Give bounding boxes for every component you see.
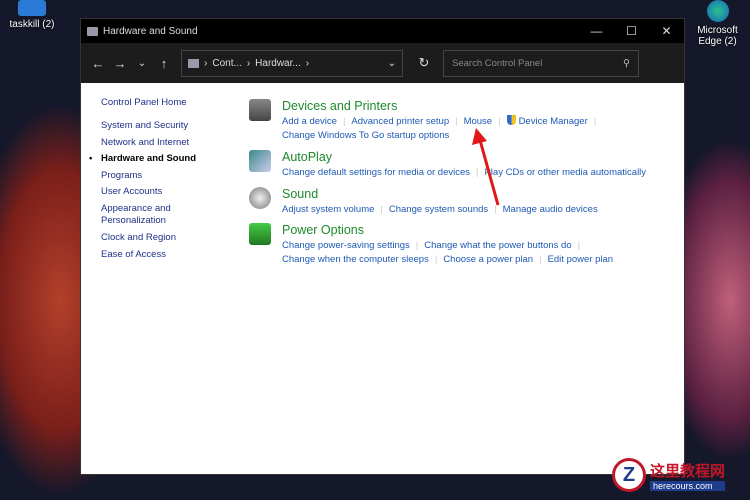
shield-icon	[506, 115, 516, 125]
watermark-logo: Z	[612, 458, 646, 492]
sidebar: Control Panel Home System and Security N…	[89, 97, 196, 265]
sidebar-item-programs[interactable]: Programs	[101, 170, 196, 181]
link-change-sounds[interactable]: Change system sounds	[389, 204, 488, 215]
category-sound: Sound Adjust system volume | Change system…	[249, 187, 598, 217]
speaker-icon	[249, 187, 271, 209]
category-title[interactable]: Sound	[282, 187, 598, 201]
link-default-media-settings[interactable]: Change default settings for media or dev…	[282, 167, 470, 178]
link-advanced-printer-setup[interactable]: Advanced printer setup	[351, 116, 449, 127]
breadcrumb-separator: ›	[305, 57, 310, 69]
category-power-options: Power Options Change power-saving settin…	[249, 223, 613, 267]
search-icon[interactable]: ⚲	[623, 58, 630, 69]
printer-icon	[249, 99, 271, 121]
sidebar-item-control-panel-home[interactable]: Control Panel Home	[101, 97, 196, 108]
address-dropdown-button[interactable]: ⌄	[388, 58, 396, 69]
desktop-icon-label: taskkill (2)	[9, 19, 55, 30]
link-mouse[interactable]: Mouse	[464, 116, 493, 127]
minimize-button[interactable]: —	[579, 24, 614, 38]
sidebar-item-clock-and-region[interactable]: Clock and Region	[101, 232, 196, 243]
search-placeholder: Search Control Panel	[452, 57, 543, 69]
control-panel-icon	[188, 58, 199, 68]
recent-locations-button[interactable]: ⌄	[131, 58, 153, 69]
sidebar-item-network-and-internet[interactable]: Network and Internet	[101, 137, 196, 148]
desktop-icon-edge[interactable]: Microsoft Edge (2)	[690, 0, 745, 47]
link-power-saving[interactable]: Change power-saving settings	[282, 240, 410, 251]
sidebar-item-appearance[interactable]: Appearance and Personalization	[101, 203, 181, 227]
link-play-cds[interactable]: Play CDs or other media automatically	[484, 167, 646, 178]
battery-icon	[249, 223, 271, 245]
breadcrumb-control-panel[interactable]: Cont...	[212, 58, 241, 69]
link-manage-audio[interactable]: Manage audio devices	[503, 204, 598, 215]
maximize-button[interactable]: ☐	[614, 24, 649, 38]
category-title[interactable]: Devices and Printers	[282, 99, 602, 113]
link-device-manager[interactable]: Device Manager	[519, 116, 588, 127]
link-add-device[interactable]: Add a device	[282, 116, 337, 127]
forward-button[interactable]: →	[109, 56, 131, 71]
search-input[interactable]: Search Control Panel ⚲	[443, 49, 639, 77]
desktop-icon-taskkill[interactable]: taskkill (2)	[8, 0, 56, 30]
sidebar-item-ease-of-access[interactable]: Ease of Access	[101, 249, 196, 260]
desktop-icon-label: Microsoft Edge (2)	[697, 25, 738, 47]
close-button[interactable]: ✕	[649, 24, 684, 38]
category-title[interactable]: AutoPlay	[282, 150, 646, 164]
navigation-toolbar: ← → ⌄ ↑ › Cont... › Hardwar... › ⌄ ↻ Sea…	[81, 43, 684, 83]
watermark: Z 这里教程网 herecours.com	[612, 458, 726, 492]
link-power-buttons[interactable]: Change what the power buttons do	[424, 240, 571, 251]
refresh-button[interactable]: ↻	[413, 55, 435, 71]
category-autoplay: AutoPlay Change default settings for med…	[249, 150, 646, 180]
link-adjust-volume[interactable]: Adjust system volume	[282, 204, 374, 215]
back-button[interactable]: ←	[87, 56, 109, 71]
sidebar-item-system-and-security[interactable]: System and Security	[101, 120, 196, 131]
edge-icon	[706, 0, 729, 22]
category-devices-and-printers: Devices and Printers Add a device | Advanc…	[249, 99, 602, 143]
address-bar[interactable]: › Cont... › Hardwar... › ⌄	[181, 49, 403, 77]
breadcrumb-hardware-and-sound[interactable]: Hardwar...	[255, 58, 301, 69]
control-panel-window: Hardware and Sound — ☐ ✕ ← → ⌄ ↑ › Cont.…	[80, 18, 685, 475]
title-bar[interactable]: Hardware and Sound — ☐ ✕	[81, 19, 684, 43]
autoplay-icon	[249, 150, 271, 172]
sidebar-item-hardware-and-sound[interactable]: Hardware and Sound	[89, 153, 196, 164]
breadcrumb-separator: ›	[246, 57, 251, 69]
up-button[interactable]: ↑	[153, 56, 175, 71]
link-edit-power-plan[interactable]: Edit power plan	[548, 254, 613, 265]
window-title: Hardware and Sound	[103, 25, 198, 37]
category-title[interactable]: Power Options	[282, 223, 613, 237]
file-icon	[18, 0, 46, 16]
link-computer-sleeps[interactable]: Change when the computer sleeps	[282, 254, 429, 265]
breadcrumb-separator: ›	[204, 57, 208, 69]
sidebar-item-user-accounts[interactable]: User Accounts	[101, 186, 196, 197]
watermark-url: herecours.com	[650, 480, 726, 491]
link-windows-to-go[interactable]: Change Windows To Go startup options	[282, 130, 449, 141]
control-panel-icon	[87, 26, 98, 36]
link-choose-power-plan[interactable]: Choose a power plan	[443, 254, 533, 265]
watermark-name: 这里教程网	[650, 462, 726, 480]
